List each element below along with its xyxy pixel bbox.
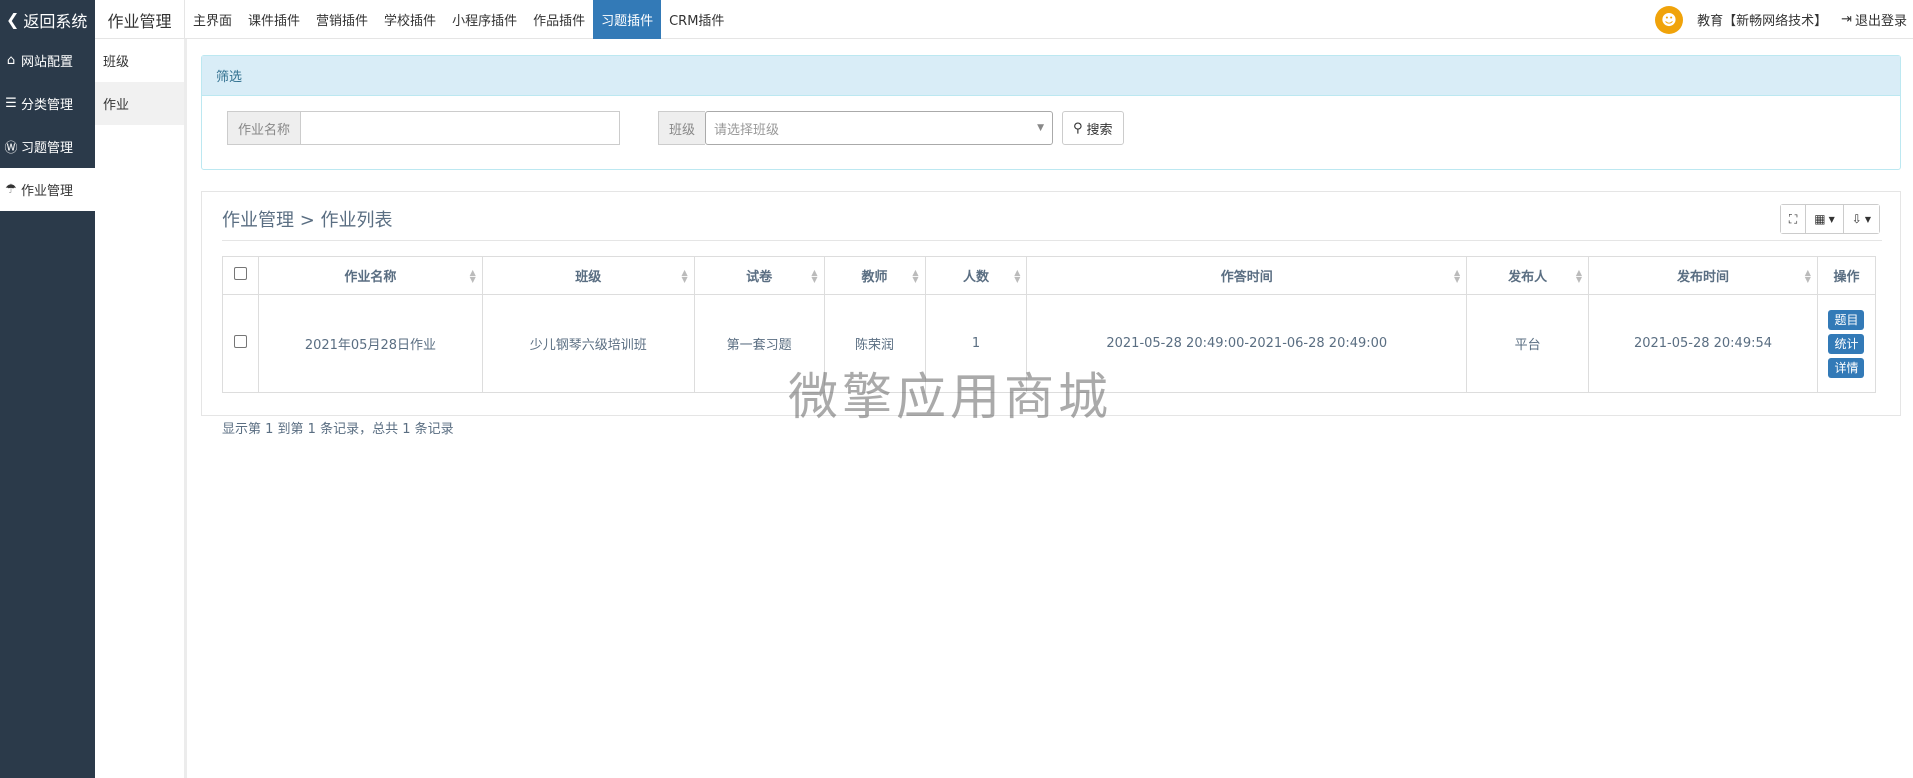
caret-down-icon: ▼ — [1037, 123, 1045, 133]
column-header-publish-time[interactable]: 发布时间 ▲ ▼ — [1588, 256, 1818, 295]
fullscreen-icon: ⛶ — [1788, 211, 1798, 226]
homework-name-group: 作业名称 — [227, 111, 621, 145]
nav-item-crm-plugin[interactable]: CRM插件 — [661, 0, 732, 39]
column-header-class[interactable]: 班级 ▲ ▼ — [481, 256, 695, 295]
cell-name: 2021年05月28日作业 — [257, 294, 483, 393]
sidebar-item-site-config[interactable]: ⌂ 网站配置 — [0, 39, 95, 82]
logout-label: 退出登录 — [1854, 14, 1907, 29]
sidebar-item-homework[interactable]: ☂ 作业管理 — [0, 168, 95, 211]
cell-actions: 题目 统计 详情 — [1816, 294, 1877, 393]
homework-name-input[interactable] — [300, 111, 621, 145]
column-header-teacher[interactable]: 教师 ▲ ▼ — [823, 256, 926, 295]
cell-publisher: 平台 — [1466, 294, 1590, 393]
column-header-paper[interactable]: 试卷 ▲ ▼ — [693, 256, 825, 295]
sidebar-item-label: 网站配置 — [21, 55, 74, 70]
class-select-placeholder: 请选择班级 — [714, 122, 780, 138]
class-select[interactable]: 请选择班级 ▼ — [705, 111, 1054, 145]
sidebar-item-label: 作业管理 — [21, 184, 74, 199]
nav-item-school-plugin[interactable]: 学校插件 — [376, 0, 444, 39]
cell-publish-time: 2021-05-28 20:49:54 — [1588, 294, 1818, 393]
submenu: 班级 作业 — [95, 39, 187, 778]
sort-icon: ▲ ▼ — [1453, 268, 1461, 284]
page-title: 作业管理 > 作业列表 — [222, 210, 393, 231]
sort-icon: ▲ ▼ — [1014, 268, 1021, 284]
export-button[interactable]: ⇩ ▼ — [1843, 205, 1879, 233]
back-to-system-button[interactable]: ❮ 返回系统 — [0, 0, 95, 39]
sidebar-item-label: 习题管理 — [21, 141, 74, 156]
sign-out-icon: ⇥ — [1841, 12, 1852, 27]
sort-icon: ▲ ▼ — [1575, 268, 1583, 284]
column-header-publisher[interactable]: 发布人 ▲ ▼ — [1466, 256, 1590, 295]
title-divider — [222, 240, 1882, 241]
export-icon: ⇩ — [1851, 212, 1862, 226]
nav-item-courseware-plugin[interactable]: 课件插件 — [240, 0, 308, 39]
caret-down-icon: ▼ — [1864, 214, 1871, 224]
filter-panel: 筛选 作业名称 班级 请选择班级 ▼ ⚲ 搜索 — [201, 55, 1901, 170]
class-select-group: 班级 请选择班级 ▼ — [658, 111, 1054, 145]
top-nav: 主界面 课件插件 营销插件 学校插件 小程序插件 作品插件 习题插件 CRM插件 — [185, 0, 732, 39]
sort-icon: ▲ ▼ — [469, 268, 476, 284]
filter-title: 筛选 — [202, 56, 1900, 96]
select-all-checkbox[interactable] — [233, 267, 247, 280]
row-select-cell — [222, 294, 259, 393]
back-label: 返回系统 — [23, 11, 88, 31]
caret-down-icon: ▼ — [1828, 214, 1835, 224]
table-header-row: 作业名称 ▲ ▼ 班级 ▲ ▼ 试卷 ▲ ▼ 教师 ▲ ▼ 人数 ▲ ▼ 作答时间 ▲ ▼ 发布人 ▲ ▼ … — [222, 256, 1877, 295]
column-header-name[interactable]: 作业名称 ▲ ▼ — [257, 256, 483, 295]
list-icon: ☰ — [5, 96, 17, 111]
sidebar-item-exercise[interactable]: Ⓦ 习题管理 — [0, 125, 95, 168]
fullscreen-button[interactable]: ⛶ — [1780, 205, 1807, 233]
grid-icon: ▦ — [1814, 212, 1826, 226]
search-icon: ⚲ — [1073, 120, 1083, 136]
nav-item-exercise-plugin[interactable]: 习题插件 — [593, 0, 662, 39]
sidebar-item-category[interactable]: ☰ 分类管理 — [0, 82, 95, 125]
umbrella-icon: ☂ — [5, 182, 17, 197]
sidebar: ⌂ 网站配置 ☰ 分类管理 Ⓦ 习题管理 ☂ 作业管理 — [0, 39, 95, 778]
submenu-item-homework[interactable]: 作业 — [95, 82, 184, 125]
cell-class: 少儿钢琴六级培训班 — [481, 294, 695, 393]
table-toolbar: ⛶ ▦ ▼ ⇩ ▼ — [1779, 204, 1880, 234]
column-header-answer-time[interactable]: 作答时间 ▲ ▼ — [1026, 256, 1468, 295]
sort-icon: ▲ ▼ — [811, 268, 818, 284]
watermark: 微擎应用商城 — [788, 368, 1112, 426]
statistics-button[interactable]: 统计 — [1828, 333, 1865, 354]
chevron-left-icon: ❮ — [6, 10, 20, 29]
row-checkbox[interactable] — [233, 335, 247, 348]
logout-button[interactable]: ⇥ 退出登录 — [1841, 10, 1913, 29]
columns-toggle-button[interactable]: ▦ ▼ — [1806, 205, 1844, 233]
sidebar-item-label: 分类管理 — [21, 98, 74, 113]
search-button[interactable]: ⚲ 搜索 — [1062, 111, 1124, 145]
avatar[interactable]: ☻ — [1655, 5, 1684, 34]
homework-name-label: 作业名称 — [227, 111, 301, 145]
pagination-info: 显示第 1 到第 1 条记录，总共 1 条记录 — [222, 422, 454, 437]
sort-icon: ▲ ▼ — [1804, 268, 1811, 284]
sort-icon: ▲ ▼ — [912, 268, 919, 284]
nav-item-main[interactable]: 主界面 — [185, 0, 240, 39]
wordpress-icon: Ⓦ — [4, 141, 18, 156]
details-button[interactable]: 详情 — [1828, 357, 1865, 378]
questions-button[interactable]: 题目 — [1828, 309, 1865, 330]
home-icon: ⌂ — [6, 53, 16, 68]
column-header-count[interactable]: 人数 ▲ ▼ — [924, 256, 1028, 295]
user-name[interactable]: 教育【新畅网络技术】 — [1697, 10, 1827, 29]
module-title: 作业管理 — [95, 0, 185, 39]
top-bar: ❮ 返回系统 作业管理 主界面 课件插件 营销插件 学校插件 小程序插件 作品插… — [0, 0, 1913, 39]
submenu-item-class[interactable]: 班级 — [95, 39, 184, 82]
select-all-cell — [222, 256, 259, 295]
search-label: 搜索 — [1086, 122, 1113, 138]
nav-item-works-plugin[interactable]: 作品插件 — [525, 0, 593, 39]
nav-item-miniprogram-plugin[interactable]: 小程序插件 — [444, 0, 525, 39]
nav-item-marketing-plugin[interactable]: 营销插件 — [308, 0, 376, 39]
column-header-actions: 操作 — [1816, 256, 1877, 295]
class-label: 班级 — [658, 111, 706, 145]
sort-icon: ▲ ▼ — [681, 268, 688, 284]
user-area: ☻ 教育【新畅网络技术】 ⇥ 退出登录 — [1655, 0, 1913, 39]
